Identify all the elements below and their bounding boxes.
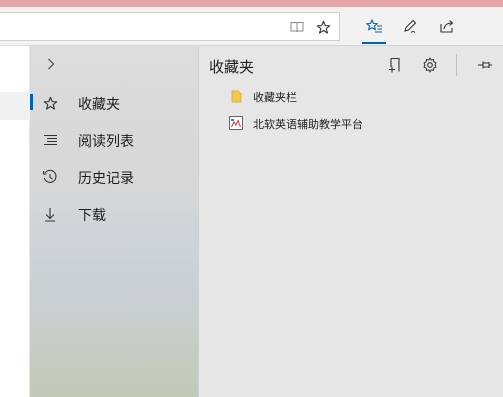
- hub-nav-reading-list-label: 阅读列表: [78, 134, 134, 150]
- favorites-bar-label: 收藏夹栏: [253, 91, 297, 104]
- reading-view-icon[interactable]: [289, 19, 305, 35]
- pin-pane-button[interactable]: [475, 55, 495, 75]
- hub-navigation: 收藏夹 阅读列表 历史记录 下载: [30, 46, 199, 397]
- favorites-hub-button[interactable]: [361, 13, 387, 44]
- hub-nav-reading-list[interactable]: 阅读列表: [30, 122, 199, 158]
- reading-list-icon: [42, 132, 58, 148]
- address-bar[interactable]: [0, 12, 340, 41]
- star-icon: [42, 95, 58, 111]
- hub-nav-downloads[interactable]: 下载: [30, 196, 199, 232]
- page-highlight-row: [0, 92, 30, 120]
- hub-nav-downloads-label: 下载: [78, 208, 106, 224]
- expand-hub-button[interactable]: [44, 55, 58, 73]
- browser-toolbar: [0, 7, 503, 46]
- favorite-link[interactable]: 北软英语辅助教学平台: [229, 113, 499, 135]
- pen-icon: [404, 19, 417, 33]
- favorites-pane: 收藏夹 收藏夹栏 北软英语辅助教学平台: [199, 46, 503, 397]
- favorites-settings-button[interactable]: [420, 55, 440, 75]
- hub-nav-history[interactable]: 历史记录: [30, 159, 199, 195]
- share-icon: [440, 20, 454, 33]
- page-content-strip: [0, 46, 30, 397]
- add-to-favorites-icon: [389, 57, 400, 73]
- settings-gear-icon: [423, 57, 437, 73]
- pane-toolbar-divider: [456, 54, 457, 76]
- download-icon: [42, 206, 58, 222]
- pen-button[interactable]: [397, 13, 423, 39]
- page-icon: [229, 116, 243, 130]
- window-title-strip: [0, 0, 503, 7]
- history-icon: [42, 169, 58, 185]
- favorite-link-label: 北软英语辅助教学平台: [253, 118, 363, 131]
- hub-nav-favorites[interactable]: 收藏夹: [30, 85, 199, 121]
- folder-icon: [229, 89, 243, 103]
- chevron-right-icon: [48, 58, 55, 70]
- share-button[interactable]: [434, 13, 460, 39]
- add-to-favorites-button[interactable]: [385, 55, 405, 75]
- hub-nav-history-label: 历史记录: [78, 171, 134, 187]
- hub-nav-favorites-label: 收藏夹: [78, 97, 120, 113]
- selection-indicator: [30, 94, 33, 110]
- favorites-bar-folder[interactable]: 收藏夹栏: [229, 86, 499, 108]
- star-icon[interactable]: [315, 19, 331, 35]
- favorites-hub-icon: [366, 19, 382, 33]
- pane-title: 收藏夹: [209, 58, 255, 76]
- pin-icon: [478, 61, 492, 69]
